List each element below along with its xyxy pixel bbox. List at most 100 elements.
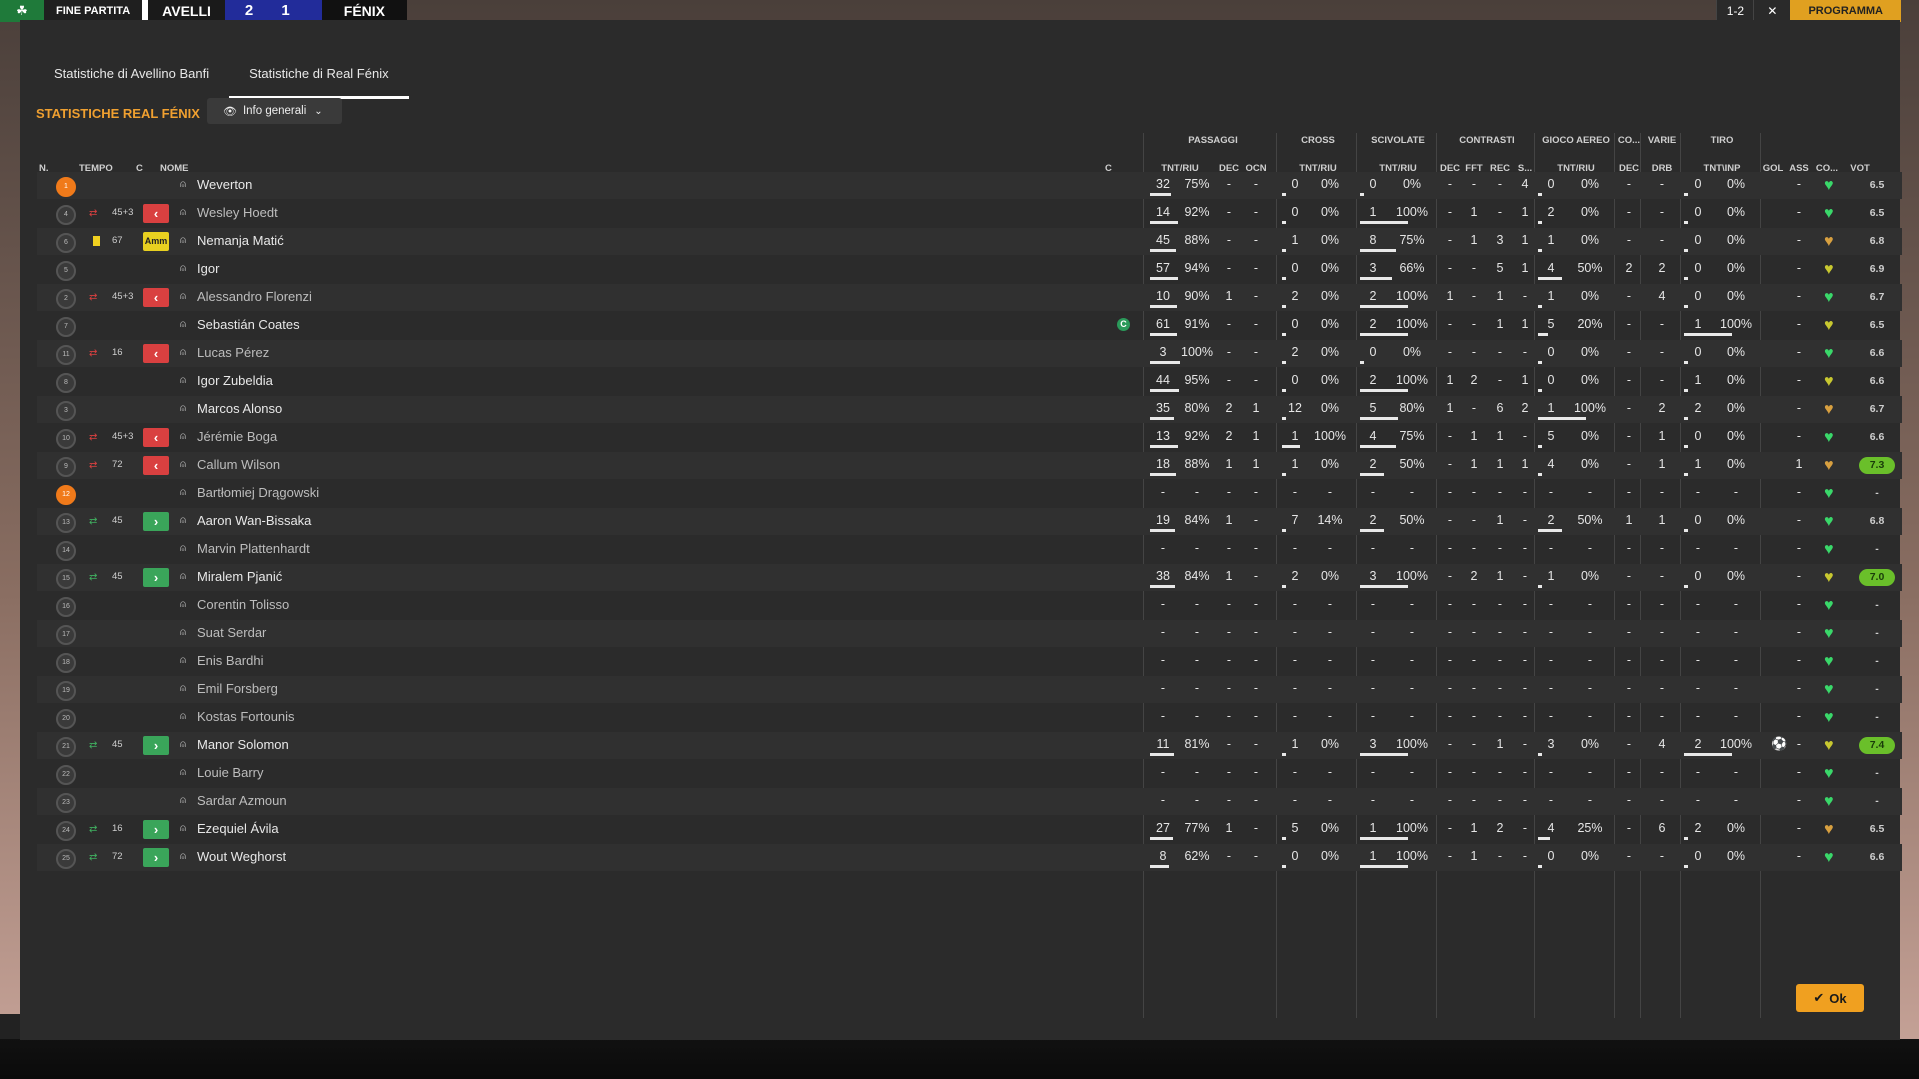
- table-row[interactable]: 12 ⍝ Bartłomiej Drągowski - - - - - - - - - - - - - - - - -…: [37, 480, 1902, 507]
- stat-k3: -: [1497, 345, 1503, 359]
- table-row[interactable]: 19 ⍝ Emil Forsberg - - - - - - - - - - - - - - - - - - - ♥ -: [37, 676, 1902, 703]
- table-row[interactable]: 10 ⇄ 45+3 ‹ ⍝ Jérémie Boga 13 92% 2 1 1 100% 4 75% -1 1…: [37, 424, 1902, 451]
- player-name[interactable]: Ezequiel Ávila: [197, 816, 279, 843]
- player-name[interactable]: Miralem Pjanić: [197, 564, 282, 591]
- programma-button[interactable]: PROGRAMMA: [1790, 0, 1901, 22]
- stat-st: -: [1370, 793, 1376, 807]
- table-row[interactable]: 17 ⍝ Suat Serdar - - - - - - - - - - - - - - - - - - - ♥ -: [37, 620, 1902, 647]
- condition-heart-icon: ♥: [1824, 317, 1834, 334]
- success-rate-bar: [1538, 445, 1542, 448]
- table-row[interactable]: 7 ⍝ Sebastián Coates C 61 91% - -0 0% 2 100% - -1 1 5 2…: [37, 312, 1902, 339]
- rating-badge: 6.5: [1869, 823, 1885, 835]
- player-name[interactable]: Wout Weghorst: [197, 844, 286, 871]
- stat-tp: -: [1733, 765, 1739, 779]
- player-name[interactable]: Sardar Azmoun: [197, 788, 287, 815]
- stat-pp: 84%: [1184, 513, 1210, 527]
- rating-badge: 6.8: [1869, 235, 1885, 247]
- stat-k2: -: [1471, 793, 1477, 807]
- stat-k1: -: [1447, 233, 1453, 247]
- stat-pp: 77%: [1184, 821, 1210, 835]
- table-row[interactable]: 5 ⍝ Igor 57 94% - -0 0% 3 66% - -5 1 4 50% 2 2 0 0% - ♥ 6.9: [37, 256, 1902, 283]
- stat-k4: -: [1522, 485, 1528, 499]
- table-row[interactable]: 1 ⍝ Weverton 32 75% - -0 0% 0 0% - - -4 0 0% - -0 0% - ♥ 6.5: [37, 172, 1902, 199]
- player-name[interactable]: Aaron Wan-Bissaka: [197, 508, 311, 535]
- stat-ap: 50%: [1577, 513, 1603, 527]
- stat-k3: 1: [1496, 737, 1504, 751]
- player-name[interactable]: Enis Bardhi: [197, 648, 263, 675]
- success-rate-bar: [1684, 193, 1688, 196]
- player-name[interactable]: Lucas Pérez: [197, 340, 269, 367]
- table-row[interactable]: 3 ⍝ Marcos Alonso 35 80% 2 1 12 0% 5 80% 1-6 2 1 100% -…: [37, 396, 1902, 423]
- stat-pp: 88%: [1184, 457, 1210, 471]
- success-rate-bar: [1538, 473, 1542, 476]
- table-row[interactable]: 9 ⇄ 72 ‹ ⍝ Callum Wilson 18 88% 1 1 1 0% 2 50% -1 1 1 4 0%…: [37, 452, 1902, 479]
- player-name[interactable]: Manor Solomon: [197, 732, 289, 759]
- condition-heart-icon: ♥: [1824, 653, 1834, 670]
- view-selector-dropdown[interactable]: 👁 Info generali ⌄: [207, 98, 342, 124]
- stat-pd: -: [1226, 625, 1232, 639]
- stat-cd: -: [1626, 233, 1632, 247]
- table-row[interactable]: 22 ⍝ Louie Barry - - - - - - - - - - - - - - - - - - - ♥ -: [37, 760, 1902, 787]
- shirt-number-icon: 6: [56, 233, 76, 253]
- stat-ap: -: [1587, 597, 1593, 611]
- stat-po: 1: [1252, 401, 1260, 415]
- player-name[interactable]: Corentin Tolisso: [197, 592, 289, 619]
- player-name[interactable]: Emil Forsberg: [197, 676, 278, 703]
- topbar-close-icon[interactable]: ✕: [1753, 0, 1791, 22]
- player-name[interactable]: Jérémie Boga: [197, 424, 277, 451]
- player-name[interactable]: Kostas Fortounis: [197, 704, 295, 731]
- table-row[interactable]: 16 ⍝ Corentin Tolisso - - - - - - - - - - - - - - - - - - - ♥ -: [37, 592, 1902, 619]
- table-row[interactable]: 11 ⇄ 16 ‹ ⍝ Lucas Pérez 3 100% - -2 0% 0 0% - - - -0 0% - -…: [37, 340, 1902, 367]
- table-row[interactable]: 6 67 Amm ⍝ Nemanja Matić 45 88% - -1 0% 8 75% -1 3 1 1 0…: [37, 228, 1902, 255]
- stat-k1: 1: [1446, 373, 1454, 387]
- tab-avellino-stats[interactable]: Statistiche di Avellino Banfi: [34, 44, 229, 96]
- player-name[interactable]: Nemanja Matić: [197, 228, 284, 255]
- table-row[interactable]: 20 ⍝ Kostas Fortounis - - - - - - - - - - - - - - - - - - - ♥ -: [37, 704, 1902, 731]
- shirt-number-icon: 19: [56, 681, 76, 701]
- player-name[interactable]: Callum Wilson: [197, 452, 280, 479]
- table-row[interactable]: 4 ⇄ 45+3 ‹ ⍝ Wesley Hoedt 14 92% - -0 0% 1 100% -1-1 2…: [37, 200, 1902, 227]
- stat-k2: -: [1471, 401, 1477, 415]
- player-name[interactable]: Bartłomiej Drągowski: [197, 480, 319, 507]
- stat-k2: -: [1471, 289, 1477, 303]
- player-name[interactable]: Igor: [197, 256, 219, 283]
- stat-k1: -: [1447, 513, 1453, 527]
- shirt-number-icon: 11: [56, 345, 76, 365]
- player-name[interactable]: Marcos Alonso: [197, 396, 282, 423]
- table-row[interactable]: 23 ⍝ Sardar Azmoun - - - - - - - - - - - - - - - - - - - ♥ -: [37, 788, 1902, 815]
- table-row[interactable]: 15 ⇄ 45 › ⍝ Miralem Pjanić 38 84% 1-2 0% 3 100% -2 1-…: [37, 564, 1902, 591]
- table-row[interactable]: 2 ⇄ 45+3 ‹ ⍝ Alessandro Florenzi 10 90% 1-2 0% 2 10…: [37, 284, 1902, 311]
- stat-dr: 4: [1658, 289, 1666, 303]
- rating-badge: -: [1875, 599, 1879, 611]
- player-name[interactable]: Sebastián Coates: [197, 312, 300, 339]
- table-row[interactable]: 18 ⍝ Enis Bardhi - - - - - - - - - - - - - - - - - - - ♥ -: [37, 648, 1902, 675]
- table-row[interactable]: 21 ⇄ 45 › ⍝ Manor Solomon 11 81% - -1 0% 3 100% - -1-3…: [37, 732, 1902, 759]
- stat-sp: -: [1409, 597, 1415, 611]
- stat-k1: -: [1447, 569, 1453, 583]
- tab-real-fenix-stats[interactable]: Statistiche di Real Fénix: [229, 44, 409, 99]
- stat-ap: -: [1587, 793, 1593, 807]
- table-row[interactable]: 8 ⍝ Igor Zubeldia 44 95% - -0 0% 2 100% 1 2-1 0 0% - -1…: [37, 368, 1902, 395]
- stat-ap: 0%: [1580, 205, 1600, 219]
- player-name[interactable]: Weverton: [197, 172, 252, 199]
- ok-button[interactable]: ✔ Ok: [1796, 984, 1864, 1012]
- stat-ap: 0%: [1580, 457, 1600, 471]
- topbar-button-a[interactable]: 1-2: [1716, 0, 1754, 22]
- stat-pd: 1: [1225, 457, 1233, 471]
- player-name[interactable]: Igor Zubeldia: [197, 368, 273, 395]
- table-row[interactable]: 13 ⇄ 45 › ⍝ Aaron Wan-Bissaka 19 84% 1-7 14% 2 50% -…: [37, 508, 1902, 535]
- player-name[interactable]: Wesley Hoedt: [197, 200, 278, 227]
- stat-tt: -: [1695, 541, 1701, 555]
- stat-k1: -: [1447, 317, 1453, 331]
- player-name[interactable]: Suat Serdar: [197, 620, 266, 647]
- player-name[interactable]: Alessandro Florenzi: [197, 284, 312, 311]
- stat-pd: 1: [1225, 821, 1233, 835]
- stat-sp: 0%: [1402, 345, 1422, 359]
- table-row[interactable]: 25 ⇄ 72 › ⍝ Wout Weghorst 8 62% - -0 0% 1 100% -1- -0 0…: [37, 844, 1902, 871]
- table-row[interactable]: 24 ⇄ 16 › ⍝ Ezequiel Ávila 27 77% 1-5 0% 1 100% -1 2-…: [37, 816, 1902, 843]
- player-name[interactable]: Marvin Plattenhardt: [197, 536, 310, 563]
- player-name[interactable]: Louie Barry: [197, 760, 263, 787]
- stat-cp: 100%: [1314, 429, 1346, 443]
- stat-k2: -: [1471, 177, 1477, 191]
- table-row[interactable]: 14 ⍝ Marvin Plattenhardt - - - - - - - - - - - - - - - - - -…: [37, 536, 1902, 563]
